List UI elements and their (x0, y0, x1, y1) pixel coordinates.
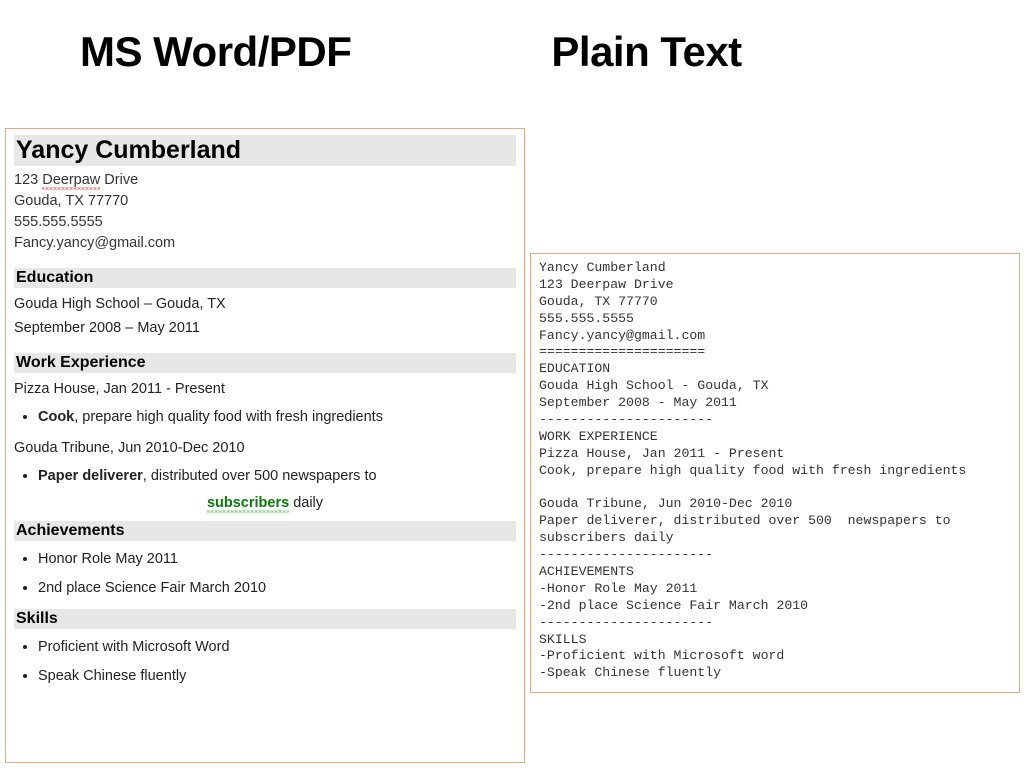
skills-list: Proficient with Microsoft Word Speak Chi… (14, 637, 516, 687)
work-job1-line: Pizza House, Jan 2011 - Present (14, 379, 516, 399)
email-line: Fancy.yancy@gmail.com (14, 233, 516, 254)
headings-row: MS Word/PDF Plain Text (0, 28, 1024, 76)
address-line: 123 Deerpaw Drive (14, 170, 516, 191)
achievement-item: Honor Role May 2011 (38, 549, 516, 570)
education-line2: September 2008 – May 2011 (14, 318, 516, 338)
work-job2-bullets: Paper deliverer, distributed over 500 ne… (14, 466, 516, 487)
address-post: Drive (100, 172, 138, 188)
skill-item: Speak Chinese fluently (38, 666, 516, 687)
work-job2-item: Paper deliverer, distributed over 500 ne… (38, 466, 516, 487)
education-line1: Gouda High School – Gouda, TX (14, 294, 516, 314)
plain-text-panel: Yancy Cumberland 123 Deerpaw Drive Gouda… (530, 253, 1020, 693)
work-job1-item: Cook, prepare high quality food with fre… (38, 407, 516, 428)
work-job1-role: Cook (38, 409, 74, 425)
section-work: Work Experience (14, 353, 516, 373)
achievement-item: 2nd place Science Fair March 2010 (38, 578, 516, 599)
achievements-list: Honor Role May 2011 2nd place Science Fa… (14, 549, 516, 599)
spellcheck-word: Deerpaw (42, 172, 100, 190)
work-job2-sub-after: daily (289, 495, 323, 511)
phone-line: 555.555.5555 (14, 212, 516, 233)
address-pre: 123 (14, 172, 42, 188)
heading-plain: Plain Text (551, 28, 741, 76)
section-education: Education (14, 268, 516, 288)
contact-block: 123 Deerpaw Drive Gouda, TX 77770 555.55… (14, 170, 516, 254)
resume-name: Yancy Cumberland (14, 135, 516, 166)
spellcheck-grammar: subscribers (207, 495, 289, 513)
work-job2-subline: subscribers daily (14, 495, 516, 511)
work-job1-bullets: Cook, prepare high quality food with fre… (14, 407, 516, 428)
work-job2-line: Gouda Tribune, Jun 2010-Dec 2010 (14, 438, 516, 458)
city-line: Gouda, TX 77770 (14, 191, 516, 212)
heading-word: MS Word/PDF (80, 28, 351, 76)
word-resume-panel: Yancy Cumberland 123 Deerpaw Drive Gouda… (5, 128, 525, 763)
work-job2-role: Paper deliverer (38, 468, 143, 484)
skill-item: Proficient with Microsoft Word (38, 637, 516, 658)
section-skills: Skills (14, 609, 516, 629)
section-achievements: Achievements (14, 521, 516, 541)
work-job1-desc: , prepare high quality food with fresh i… (74, 409, 383, 425)
work-job2-desc: , distributed over 500 newspapers to (143, 468, 377, 484)
